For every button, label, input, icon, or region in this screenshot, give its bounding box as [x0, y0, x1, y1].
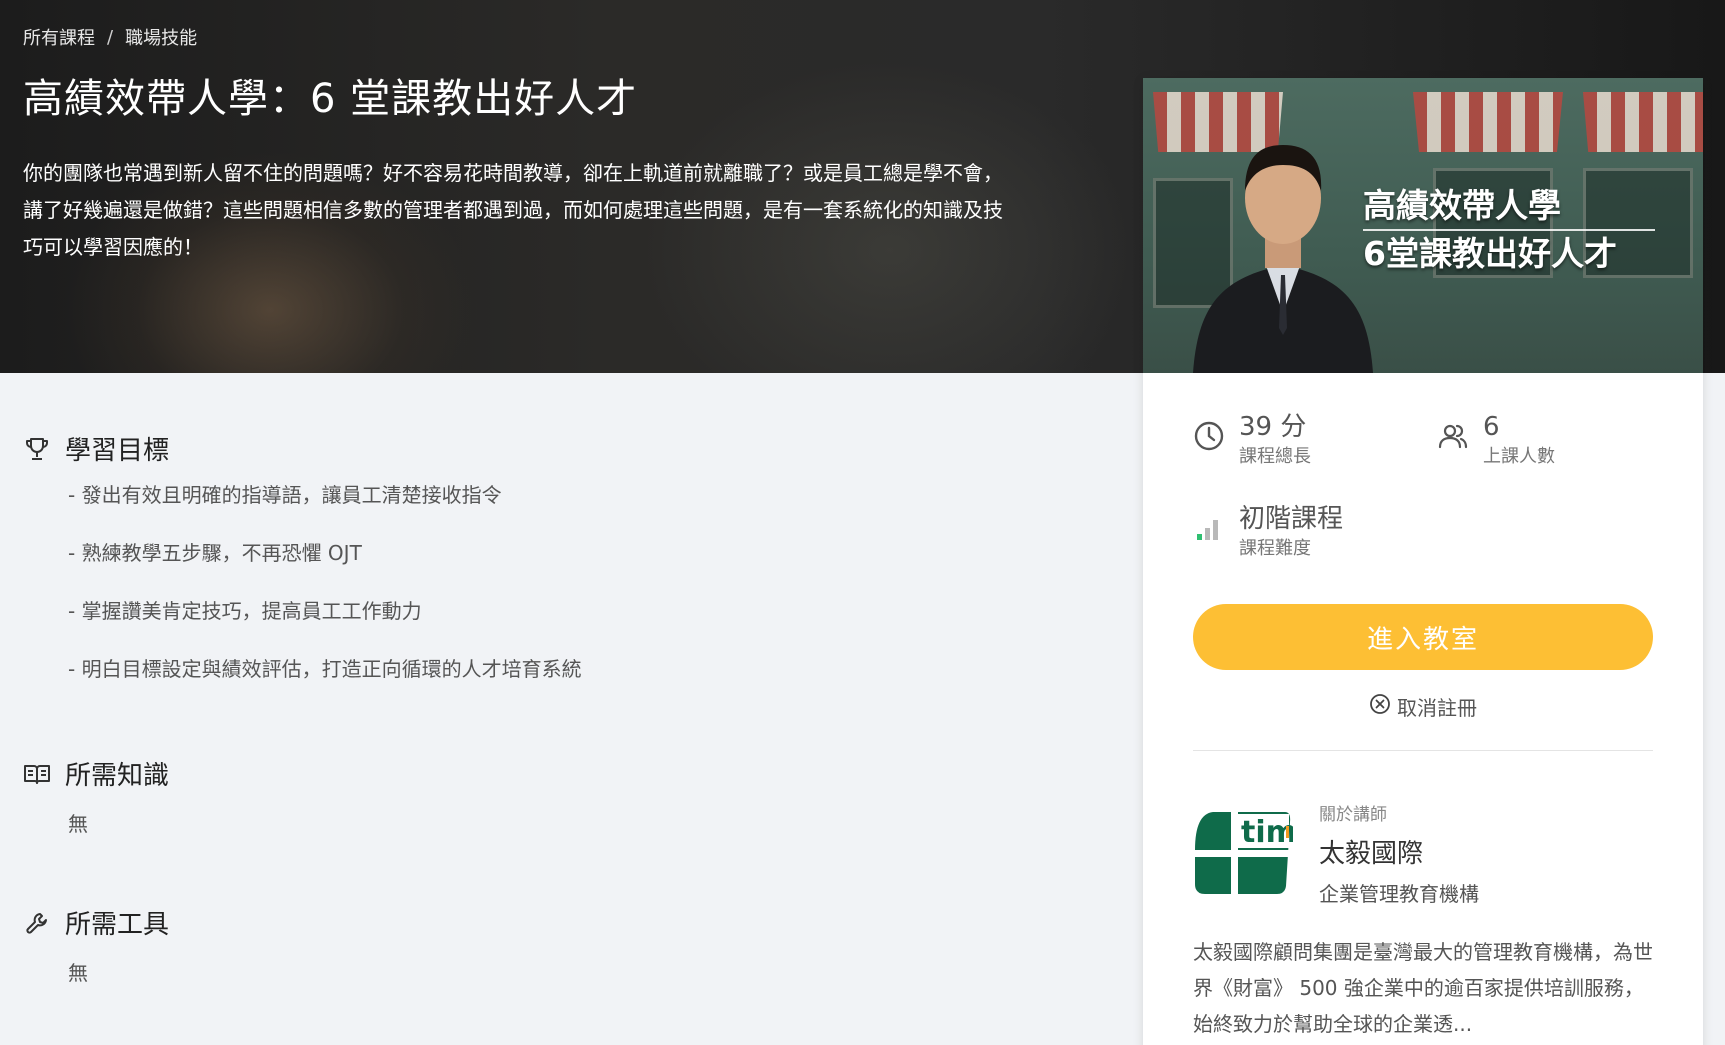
goal-item: - 明白目標設定與績效評估，打造正向循環的人才培育系統: [68, 657, 582, 681]
divider: [1193, 750, 1653, 751]
unenroll-link[interactable]: 取消註冊: [1143, 692, 1703, 721]
required-tools-value: 無: [68, 961, 88, 985]
duration-label: 課程總長: [1239, 446, 1311, 467]
section-required-tools: 所需工具 無: [23, 904, 169, 986]
instructor-photo: [1193, 145, 1373, 373]
difficulty-label: 課程難度: [1239, 538, 1311, 559]
breadcrumb-separator: /: [107, 26, 114, 48]
awning-decoration: [1583, 92, 1703, 152]
clock-icon: [1193, 420, 1225, 452]
course-description: 你的團隊也常遇到新人留不住的問題嗎？好不容易花時間教導，卻在上軌道前就離職了？或…: [23, 161, 1003, 259]
breadcrumb: 所有課程 / 職場技能: [23, 24, 197, 50]
cover-title-line2: 6堂課教出好人才: [1363, 234, 1617, 273]
cover-title: 高績效帶人學 6堂課教出好人才: [1363, 183, 1693, 277]
difficulty-value: 初階課程: [1239, 504, 1344, 534]
instructor-name[interactable]: 太毅國際: [1319, 833, 1423, 870]
wrench-icon: [23, 909, 51, 937]
stat-duration: 39 分 課程總長: [1193, 410, 1311, 470]
close-circle-icon: [1369, 693, 1391, 720]
section-required-knowledge: 所需知識 無: [23, 755, 169, 837]
about-instructor-label: 關於講師: [1319, 805, 1387, 825]
students-label: 上課人數: [1483, 446, 1555, 467]
students-value: 6: [1483, 412, 1500, 442]
enter-classroom-button[interactable]: 進入教室: [1193, 604, 1653, 670]
course-info-card: 高績效帶人學 6堂課教出好人才 39 分 課程總長 6 上課人數 初階課程 課程…: [1143, 78, 1703, 1045]
book-icon: [23, 760, 51, 788]
instructor-description: 太毅國際顧問集團是臺灣最大的管理教育機構，為世界《財富》 500 強企業中的逾百…: [1193, 940, 1653, 1036]
unenroll-label: 取消註冊: [1397, 696, 1477, 720]
stat-difficulty: 初階課程 課程難度: [1193, 502, 1343, 562]
breadcrumb-all-courses[interactable]: 所有課程: [23, 24, 95, 50]
duration-value: 39 分: [1239, 412, 1307, 442]
awning-decoration: [1413, 92, 1563, 152]
goals-list: - 發出有效且明確的指導語，讓員工清楚接收指令 - 熟練教學五步驟，不再恐懼 O…: [68, 481, 582, 713]
cover-title-line1: 高績效帶人學: [1363, 183, 1655, 231]
logo-text: tim: [1241, 815, 1293, 850]
section-title: 學習目標: [65, 436, 170, 466]
instructor-org: 企業管理教育機構: [1319, 882, 1479, 906]
trophy-icon: [23, 435, 51, 463]
goal-item: - 熟練教學五步驟，不再恐懼 OJT: [68, 541, 362, 565]
section-title: 所需知識: [65, 761, 170, 791]
breadcrumb-category[interactable]: 職場技能: [125, 24, 197, 50]
goal-item: - 發出有效且明確的指導語，讓員工清楚接收指令: [68, 483, 502, 507]
stat-students: 6 上課人數: [1437, 410, 1555, 470]
instructor-logo[interactable]: tim: [1193, 810, 1293, 896]
people-icon: [1437, 420, 1469, 452]
section-learning-goals: 學習目標 - 發出有效且明確的指導語，讓員工清楚接收指令 - 熟練教學五步驟，不…: [23, 430, 582, 713]
required-knowledge-value: 無: [68, 812, 88, 836]
difficulty-bars-icon: [1193, 512, 1225, 544]
page-title: 高績效帶人學：6 堂課教出好人才: [23, 76, 638, 122]
section-title: 所需工具: [65, 910, 170, 940]
goal-item: - 掌握讚美肯定技巧，提高員工工作動力: [68, 599, 422, 623]
course-cover-image: 高績效帶人學 6堂課教出好人才: [1143, 78, 1703, 373]
